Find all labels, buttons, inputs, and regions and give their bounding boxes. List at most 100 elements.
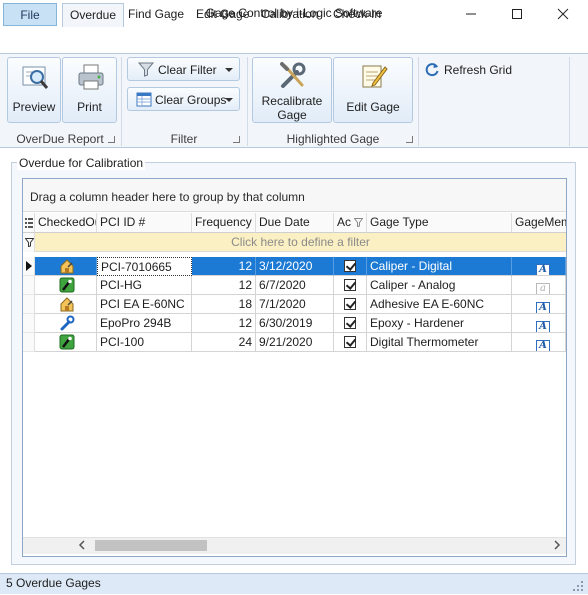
row-selector[interactable] <box>23 295 35 314</box>
active-checkbox[interactable] <box>334 276 367 295</box>
column-header-checkedout[interactable]: CheckedOut <box>35 213 97 233</box>
gage-memo-cell[interactable]: A <box>512 314 566 333</box>
frequency-cell[interactable]: 12 <box>192 257 256 276</box>
column-header-gage-memo[interactable]: GageMemo <box>512 213 566 233</box>
gage-memo-cell[interactable]: A <box>512 257 566 276</box>
active-checkbox[interactable] <box>334 333 367 352</box>
memo-icon[interactable]: a <box>536 283 550 294</box>
tab-file[interactable]: File <box>3 3 57 26</box>
checkbox-checked-icon[interactable] <box>344 260 356 272</box>
grid-groups-icon <box>136 92 152 107</box>
pci-id-cell[interactable]: PCI-HG <box>97 276 192 295</box>
tab-edit-gage[interactable]: Edit Gage <box>189 3 256 26</box>
clear-groups-label: Clear Groups <box>155 93 227 107</box>
tab-check-in[interactable]: Check-In <box>326 3 388 26</box>
row-selector[interactable] <box>23 314 35 333</box>
clear-filter-button[interactable]: Clear Filter <box>127 57 240 81</box>
recalibrate-gage-button[interactable]: Recalibrate Gage <box>252 57 332 123</box>
gage-type-cell[interactable]: Epoxy - Hardener <box>367 314 512 333</box>
tab-find-gage[interactable]: Find Gage <box>121 3 191 26</box>
checkedout-cell[interactable] <box>35 333 97 352</box>
refresh-grid-button[interactable]: Refresh Grid <box>422 60 522 80</box>
group-separator <box>569 57 570 146</box>
checkbox-checked-icon[interactable] <box>344 317 356 329</box>
memo-icon[interactable]: A <box>536 264 550 275</box>
due-date-cell[interactable]: 6/7/2020 <box>256 276 334 295</box>
frequency-cell[interactable]: 12 <box>192 314 256 333</box>
checkedout-cell[interactable] <box>35 295 97 314</box>
column-header-active-label: Ac <box>337 215 352 229</box>
gage-type-cell[interactable]: Caliper - Analog <box>367 276 512 295</box>
gage-type-cell[interactable]: Caliper - Digital <box>367 257 512 276</box>
resize-grip-icon[interactable] <box>572 580 584 592</box>
gage-type-cell[interactable]: Adhesive EA E-60NC <box>367 295 512 314</box>
memo-icon[interactable]: A <box>536 302 550 313</box>
row-selector[interactable] <box>23 333 35 352</box>
preview-button[interactable]: Preview <box>7 57 61 123</box>
edit-gage-button[interactable]: Edit Gage <box>333 57 413 123</box>
due-date-cell[interactable]: 3/12/2020 <box>256 257 334 276</box>
scrollbar-thumb[interactable] <box>95 540 207 551</box>
column-header-frequency[interactable]: Frequency <box>192 213 256 233</box>
pci-id-cell[interactable]: PCI EA E-60NC <box>97 295 192 314</box>
frequency-cell[interactable]: 24 <box>192 333 256 352</box>
checkedout-cell[interactable] <box>35 314 97 333</box>
checkbox-checked-icon[interactable] <box>344 298 356 310</box>
pci-id-cell[interactable]: EpoPro 294B <box>97 314 192 333</box>
scroll-left-icon[interactable] <box>77 539 87 551</box>
house-icon <box>59 296 75 313</box>
minimize-icon <box>466 13 476 15</box>
chevron-down-icon <box>225 68 233 72</box>
column-header-gage-type[interactable]: Gage Type <box>367 213 512 233</box>
maximize-button[interactable] <box>494 0 540 28</box>
group-label-filter: Filter <box>170 132 198 146</box>
checkbox-checked-icon[interactable] <box>344 336 356 348</box>
gage-memo-cell[interactable]: A <box>512 333 566 352</box>
memo-icon[interactable]: A <box>536 321 550 332</box>
clear-groups-button[interactable]: Clear Groups <box>127 87 240 111</box>
chevron-down-icon <box>225 98 233 102</box>
ribbon-tab-strip <box>0 28 588 54</box>
gage-memo-cell[interactable]: a <box>512 276 566 295</box>
gage-type-cell[interactable]: Digital Thermometer <box>367 333 512 352</box>
recalibrate-label-line1: Recalibrate <box>261 94 323 108</box>
checkbox-checked-icon[interactable] <box>344 279 356 291</box>
memo-icon[interactable]: A <box>536 340 550 351</box>
column-header-active[interactable]: Ac <box>334 213 367 233</box>
print-button[interactable]: Print <box>62 57 117 123</box>
close-button[interactable] <box>540 0 586 28</box>
due-date-cell[interactable]: 7/1/2020 <box>256 295 334 314</box>
pci-id-cell[interactable]: PCI-100 <box>97 333 192 352</box>
tab-overdue[interactable]: Overdue <box>62 3 125 27</box>
frequency-cell[interactable]: 18 <box>192 295 256 314</box>
overdue-report-launcher-icon[interactable] <box>108 136 115 143</box>
active-checkbox[interactable] <box>334 314 367 333</box>
row-selector[interactable] <box>23 257 35 276</box>
gage-memo-cell[interactable]: A <box>512 295 566 314</box>
notepad-pencil-icon <box>362 65 388 88</box>
scroll-right-icon[interactable] <box>552 539 562 551</box>
wrench-icon <box>59 315 75 332</box>
column-filter-icon[interactable] <box>354 218 363 227</box>
filter-row[interactable]: Click here to define a filter <box>35 233 566 252</box>
frequency-cell[interactable]: 12 <box>192 276 256 295</box>
row-selector[interactable] <box>23 276 35 295</box>
checkedout-cell[interactable] <box>35 257 97 276</box>
pci-id-cell[interactable]: PCI-7010665 <box>97 257 192 276</box>
highlighted-gage-launcher-icon[interactable] <box>406 136 413 143</box>
checkedout-cell[interactable] <box>35 276 97 295</box>
current-row-arrow-icon <box>26 261 32 271</box>
column-chooser-icon[interactable] <box>23 213 35 233</box>
maximize-icon <box>512 9 522 19</box>
column-header-due-date[interactable]: Due Date <box>256 213 334 233</box>
filter-launcher-icon[interactable] <box>233 136 240 143</box>
due-date-cell[interactable]: 6/30/2019 <box>256 314 334 333</box>
column-header-pci-id[interactable]: PCI ID # <box>97 213 192 233</box>
due-date-cell[interactable]: 9/21/2020 <box>256 333 334 352</box>
check-in-icon <box>59 277 75 294</box>
group-by-hint: Drag a column header here to group by th… <box>30 190 305 204</box>
minimize-button[interactable] <box>448 0 494 28</box>
tab-calibration[interactable]: Calibration <box>254 3 325 26</box>
active-checkbox[interactable] <box>334 257 367 276</box>
active-checkbox[interactable] <box>334 295 367 314</box>
